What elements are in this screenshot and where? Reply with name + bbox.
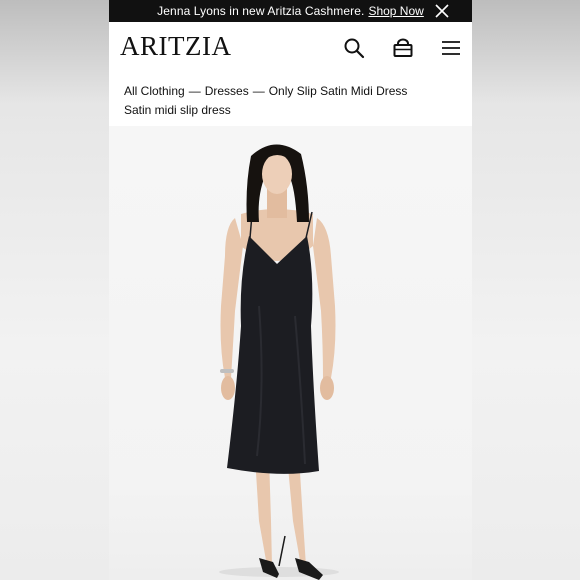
model-in-dress-image	[219, 144, 339, 580]
breadcrumb-separator: —	[252, 84, 265, 98]
bag-icon[interactable]	[392, 37, 414, 59]
background-left	[0, 0, 109, 580]
promo-text: Jenna Lyons in new Aritzia Cashmere.	[157, 4, 365, 18]
breadcrumb-separator: —	[188, 84, 201, 98]
menu-icon[interactable]	[440, 37, 462, 59]
breadcrumb-all-clothing[interactable]: All Clothing	[124, 84, 185, 98]
breadcrumb-product[interactable]: Only Slip Satin Midi Dress	[269, 84, 408, 98]
site-header: ARITZIA	[109, 22, 472, 74]
shop-now-link[interactable]: Shop Now	[368, 4, 423, 18]
search-icon[interactable]	[343, 37, 365, 59]
mobile-screen: Jenna Lyons in new Aritzia Cashmere. Sho…	[109, 0, 472, 580]
background-right	[472, 0, 580, 580]
breadcrumb: All Clothing — Dresses — Only Slip Satin Mid…	[109, 74, 472, 101]
product-photo[interactable]	[109, 126, 472, 580]
close-icon[interactable]	[434, 3, 450, 19]
promo-banner: Jenna Lyons in new Aritzia Cashmere. Sho…	[109, 0, 472, 22]
aritzia-logo[interactable]: ARITZIA	[120, 31, 231, 62]
product-subtitle: Satin midi slip dress	[124, 103, 231, 117]
breadcrumb-dresses[interactable]: Dresses	[205, 84, 249, 98]
